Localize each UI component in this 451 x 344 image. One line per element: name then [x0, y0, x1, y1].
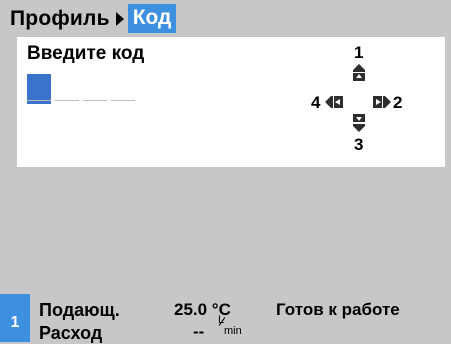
nav-left-number: 4: [311, 93, 321, 112]
breadcrumb-current: Код: [127, 4, 177, 33]
code-digit-slot[interactable]: [83, 100, 107, 101]
code-digit-slot[interactable]: [55, 100, 79, 101]
supply-label: Подающ.: [39, 300, 120, 320]
flow-label: Расход: [39, 323, 103, 343]
code-digit-slot[interactable]: [27, 100, 51, 101]
status-text: Готов к работе: [276, 300, 400, 319]
nav-down-number: 3: [354, 135, 364, 154]
code-entry-panel: Введите код 1 4 2 3: [17, 37, 445, 167]
nav-up-number: 1: [354, 43, 364, 62]
channel-indicator: 1: [0, 294, 30, 342]
status-bar: 1 Подающ. 25.0 °C Расход -- L min Готов …: [0, 294, 451, 343]
breadcrumb: Профиль Код: [0, 0, 451, 37]
arrow-right-icon[interactable]: [372, 95, 392, 109]
channel-number: 1: [10, 314, 20, 331]
arrow-left-icon[interactable]: [324, 95, 344, 109]
screen: Профиль Код Введите код 1 4 2 3 1 Подающ…: [0, 0, 451, 343]
breadcrumb-arrow-icon: [115, 11, 124, 26]
arrow-up-icon[interactable]: [352, 63, 366, 83]
arrow-down-icon[interactable]: [352, 113, 366, 133]
code-prompt: Введите код: [27, 43, 145, 64]
breadcrumb-root[interactable]: Профиль: [10, 7, 110, 31]
flow-unit-bottom: min: [224, 325, 242, 337]
nav-right-number: 2: [393, 93, 403, 112]
code-digit-slot[interactable]: [111, 100, 135, 101]
flow-value: --: [193, 322, 205, 341]
